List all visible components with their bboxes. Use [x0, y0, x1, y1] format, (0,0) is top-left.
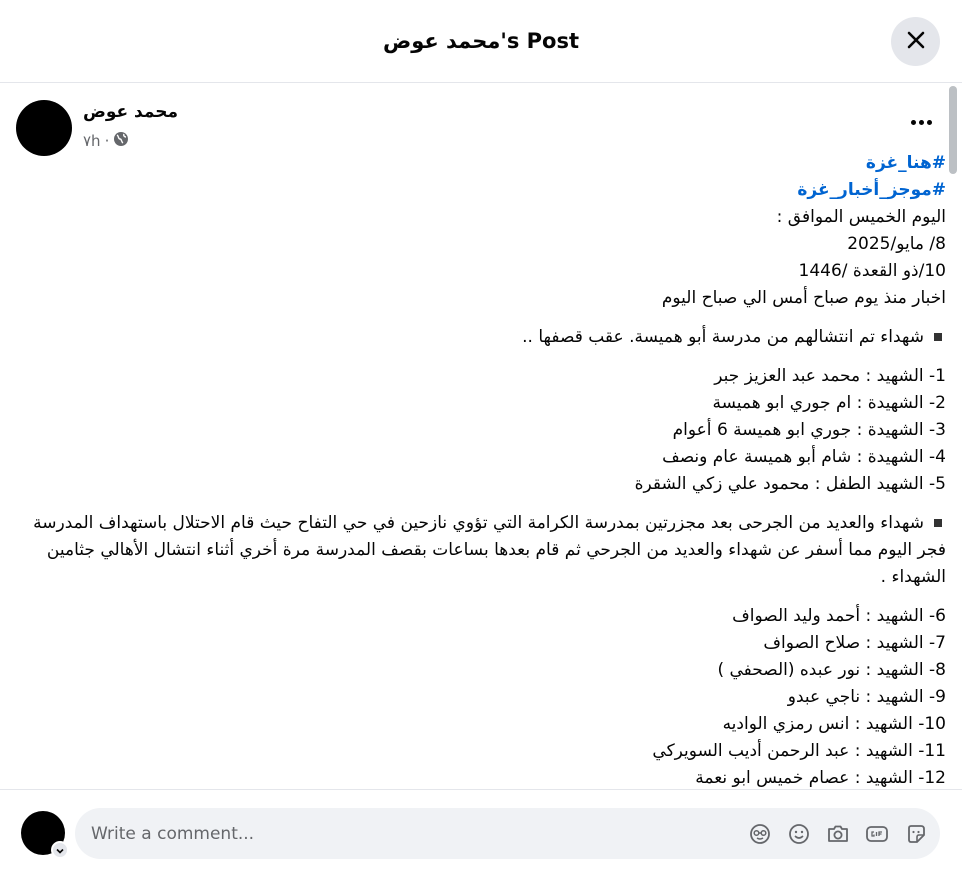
bullet-icon	[934, 519, 942, 527]
list-item: 4- الشهيدة : شام أبو هميسة عام ونصف	[662, 447, 946, 467]
section-intro: شهداء تم انتشالهم من مدرسة أبو هميسة. عق…	[16, 324, 946, 351]
scrollbar-thumb[interactable]	[949, 86, 957, 174]
comment-composer	[0, 789, 962, 881]
list-item: 12- الشهيد : عصام خميس ابو نعمة	[695, 768, 946, 788]
post-time[interactable]: ٧h	[83, 132, 101, 150]
dialog-title: محمد عوض's Post	[382, 29, 580, 53]
avatar-sticker-icon[interactable]	[747, 821, 772, 846]
post-line: 10/ذو القعدة /1446	[798, 261, 946, 281]
section-intro: شهداء والعديد من الجرحى بعد مجزرتين بمدر…	[16, 510, 946, 591]
author-name[interactable]: محمد عوض	[83, 102, 178, 122]
bullet-icon	[934, 333, 942, 341]
post-line: اليوم الخميس الموافق :	[776, 207, 946, 227]
comment-box[interactable]	[75, 808, 940, 859]
author-avatar[interactable]	[16, 100, 72, 156]
more-dot	[926, 119, 932, 125]
gif-icon[interactable]	[864, 821, 889, 846]
comment-tools	[747, 821, 928, 846]
list-item: 3- الشهيدة : جوري ابو هميسة 6 أعوام	[672, 420, 946, 440]
sticker-icon[interactable]	[903, 821, 928, 846]
chevron-down-icon	[55, 841, 65, 860]
post-text: #هنا_غزة #موجز_أخبار_غزة اليوم الخميس ال…	[16, 150, 946, 789]
post-line: اخبار منذ يوم صباح أمس الي صباح اليوم	[661, 288, 946, 308]
list-item: 6- الشهيد : أحمد وليد الصواف	[732, 606, 946, 626]
close-button[interactable]	[891, 17, 940, 66]
dialog-header: محمد عوض's Post	[0, 0, 962, 83]
more-options-button[interactable]	[907, 112, 935, 132]
list-item: 5- الشهيد الطفل : محمود علي زكي الشقرة	[634, 474, 946, 494]
post-scroll-area[interactable]: محمد عوض ٧h · #هنا_غزة #موجز_أخبار_غزة ا…	[0, 84, 962, 789]
more-dot	[918, 119, 924, 125]
profile-switcher-button[interactable]	[51, 841, 69, 859]
hashtag-link[interactable]: #موجز_أخبار_غزة	[16, 177, 946, 204]
post-meta: ٧h ·	[83, 131, 129, 151]
meta-separator: ·	[104, 132, 110, 150]
list-item: 10- الشهيد : انس رمزي الواديه	[722, 714, 946, 734]
list-item: 8- الشهيد : نور عبده (الصحفي )	[717, 660, 946, 680]
camera-icon[interactable]	[825, 821, 850, 846]
list-item: 7- الشهيد : صلاح الصواف	[763, 633, 946, 653]
close-icon	[906, 30, 926, 54]
more-options-icon	[910, 119, 916, 125]
section-intro-text: شهداء تم انتشالهم من مدرسة أبو هميسة. عق…	[522, 327, 924, 347]
section-intro-text: شهداء والعديد من الجرحى بعد مجزرتين بمدر…	[33, 513, 946, 587]
list-item: 9- الشهيد : ناجي عبدو	[787, 687, 946, 707]
list-item: 11- الشهيد : عبد الرحمن أديب السويركي	[652, 741, 946, 761]
globe-icon[interactable]	[113, 131, 129, 151]
comment-input[interactable]	[91, 823, 691, 844]
list-item: 2- الشهيدة : ام جوري ابو هميسة	[712, 393, 946, 413]
emoji-icon[interactable]	[786, 821, 811, 846]
post-line: 8/ مايو/2025	[847, 234, 946, 254]
post-dialog: محمد عوض's Post محمد عوض ٧h · #هنا_غزة #	[0, 0, 962, 881]
hashtag-link[interactable]: #هنا_غزة	[16, 150, 946, 177]
list-item: 1- الشهيد : محمد عبد العزيز جبر	[714, 366, 946, 386]
